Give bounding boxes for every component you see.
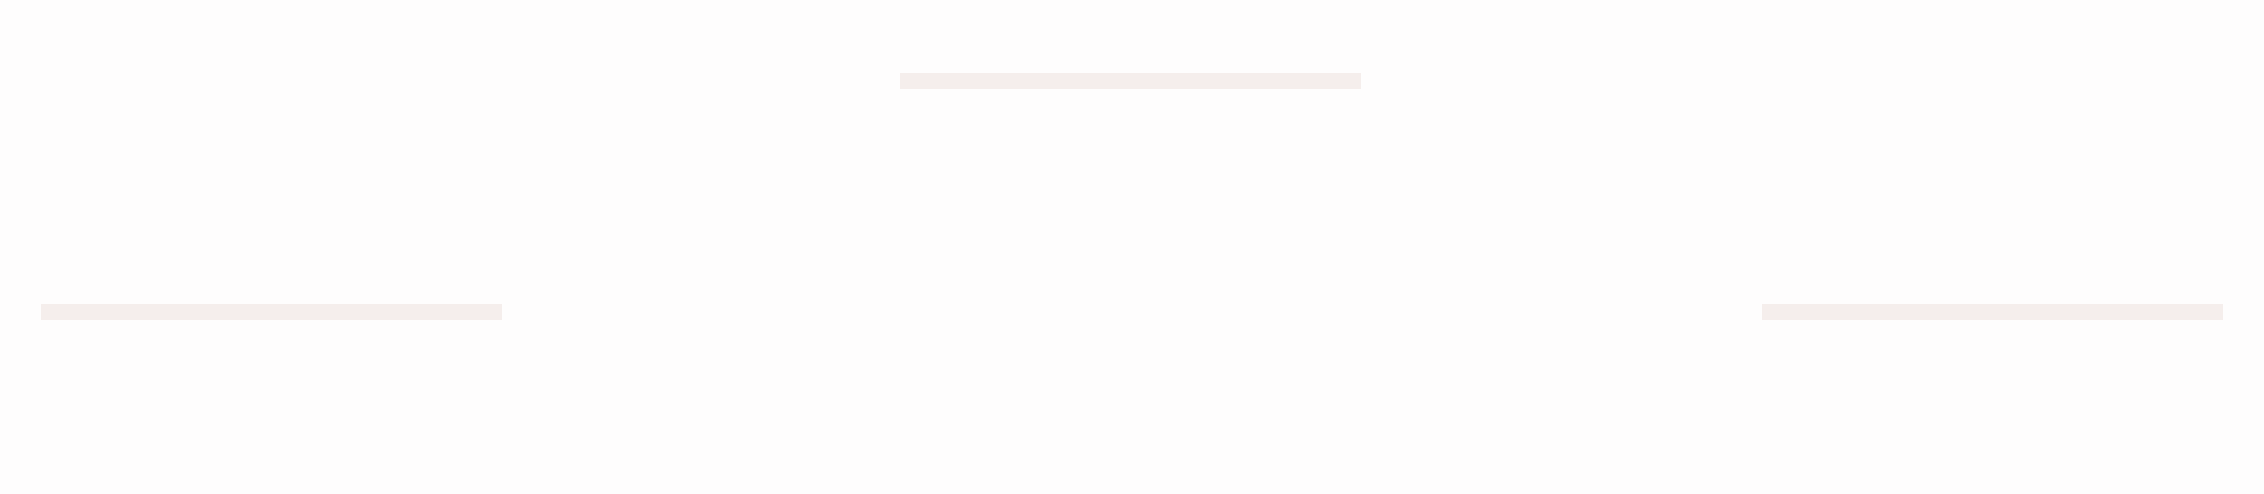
bottom-right-placeholder-bar (1762, 304, 2223, 320)
loading-canvas (0, 0, 2264, 494)
top-center-placeholder-bar (900, 73, 1361, 89)
bottom-left-placeholder-bar (41, 304, 502, 320)
